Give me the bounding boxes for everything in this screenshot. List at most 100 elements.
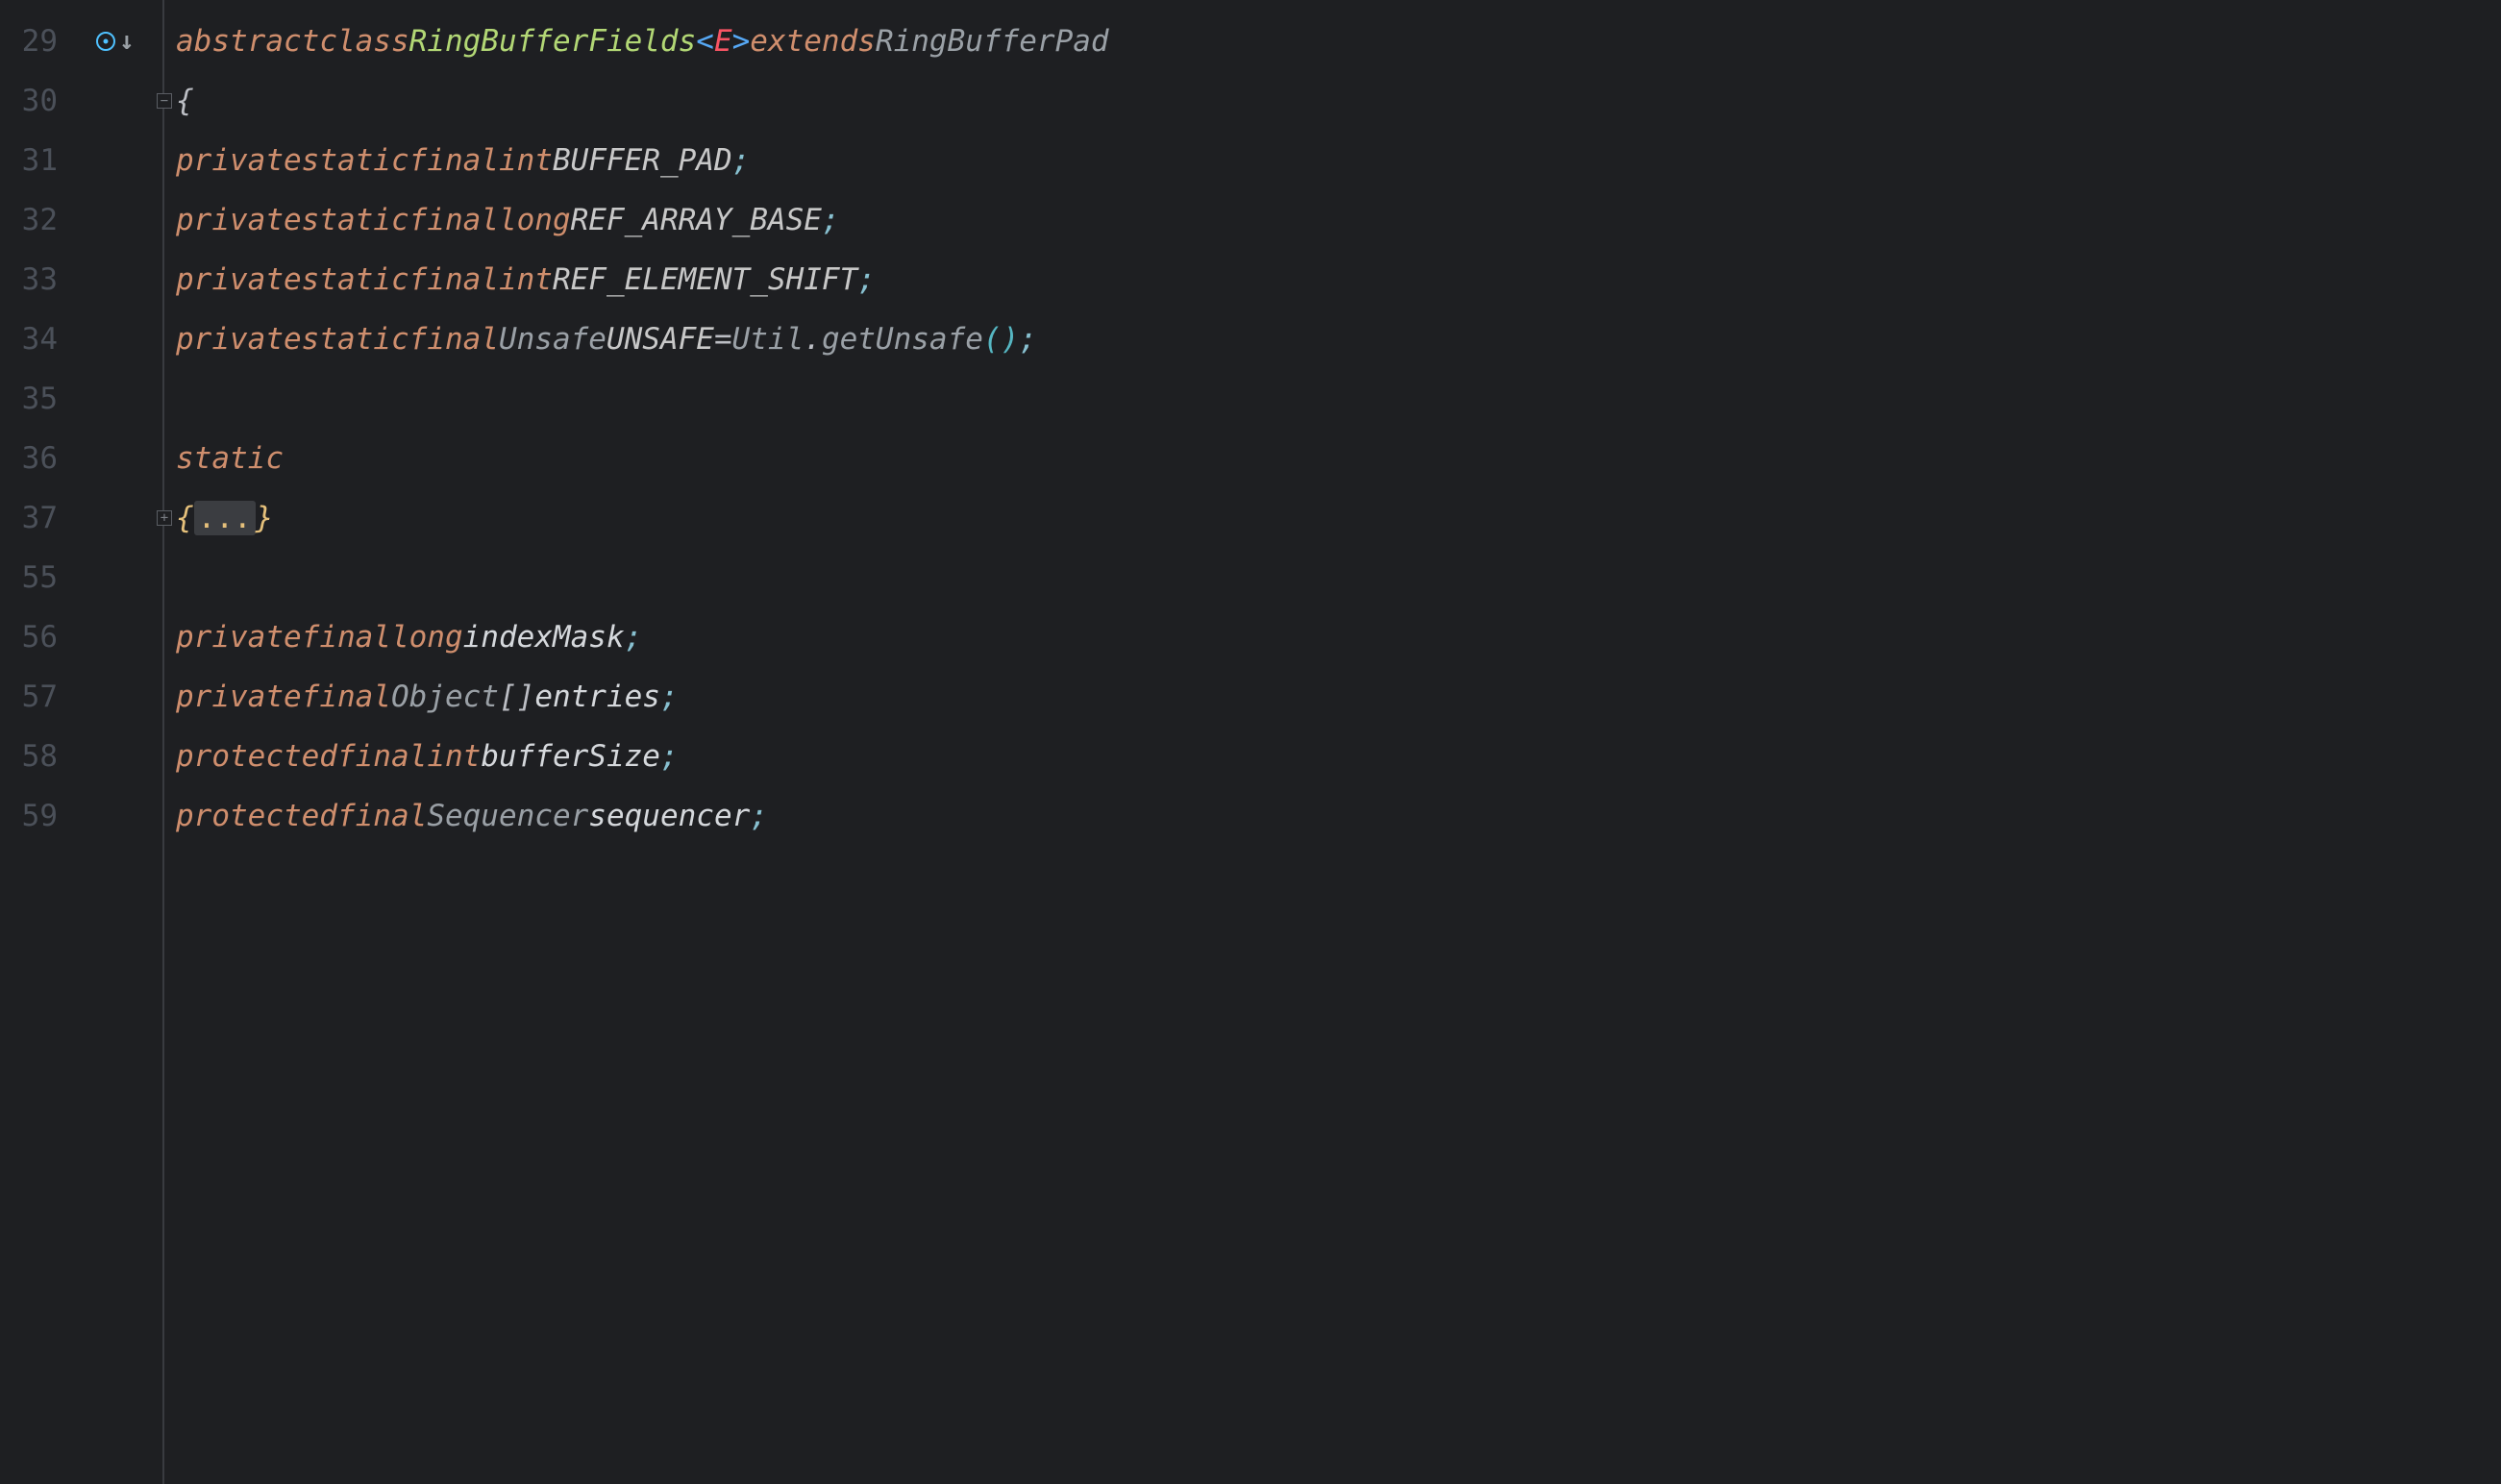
class-util: Util (732, 322, 805, 357)
brace-open: { (176, 84, 194, 118)
superclass-name: RingBufferPad (876, 24, 1109, 59)
code-line[interactable]: static (164, 429, 2501, 488)
code-line[interactable]: protected final Sequencer sequencer; (164, 786, 2501, 846)
keyword-private: private (176, 143, 302, 178)
code-line[interactable]: abstract class RingBufferFields<E> exten… (164, 12, 2501, 71)
paren-close: ) (1002, 322, 1020, 357)
code-line[interactable]: private static final int BUFFER_PAD; (164, 131, 2501, 190)
keyword-private: private (176, 262, 302, 297)
gutter-row[interactable]: 59 (0, 786, 164, 846)
gutter-row[interactable]: 35 (0, 369, 164, 429)
fold-brace-close: } (256, 501, 274, 535)
line-number: 59 (0, 799, 67, 833)
override-icon[interactable] (96, 32, 115, 51)
keyword-final: final (337, 739, 427, 774)
generic-open: < (696, 24, 714, 59)
keyword-final: final (302, 680, 391, 714)
keyword-static: static (302, 322, 409, 357)
code-area[interactable]: abstract class RingBufferFields<E> exten… (164, 0, 2501, 1484)
fold-ellipsis[interactable]: ... (194, 501, 256, 535)
gutter-row[interactable]: 36 (0, 429, 164, 488)
code-line[interactable]: private static final int REF_ELEMENT_SHI… (164, 250, 2501, 309)
dot: . (804, 322, 822, 357)
bracket-open: [ (499, 680, 517, 714)
class-name: RingBufferFields (409, 24, 697, 59)
gutter-row[interactable]: 33 (0, 250, 164, 309)
gutter-row[interactable]: 34 (0, 309, 164, 369)
type-int: int (499, 262, 553, 297)
gutter-row[interactable]: 32 (0, 190, 164, 250)
constant-name: REF_ELEMENT_SHIFT (553, 262, 857, 297)
keyword-static: static (302, 203, 409, 237)
keyword-abstract: abstract (176, 24, 319, 59)
keyword-final: final (302, 620, 391, 655)
type-int: int (499, 143, 553, 178)
line-number: 55 (0, 560, 67, 595)
line-number: 34 (0, 322, 67, 357)
field-sequencer: sequencer (588, 799, 750, 833)
keyword-static: static (302, 143, 409, 178)
gutter-row[interactable]: 29 ↓ (0, 12, 164, 71)
type-long: long (391, 620, 463, 655)
line-number: 31 (0, 143, 67, 178)
line-number: 37 (0, 501, 67, 535)
semicolon: ; (625, 620, 643, 655)
code-line[interactable]: private final long indexMask; (164, 607, 2501, 667)
semicolon: ; (660, 739, 679, 774)
semicolon: ; (750, 799, 768, 833)
generic-close: > (732, 24, 751, 59)
keyword-private: private (176, 680, 302, 714)
semicolon: ; (732, 143, 751, 178)
line-number: 56 (0, 620, 67, 655)
equals: = (714, 322, 732, 357)
arrow-down-icon[interactable]: ↓ (119, 27, 135, 56)
gutter-row[interactable]: 56 (0, 607, 164, 667)
keyword-final: final (409, 262, 499, 297)
gutter-row[interactable]: 57 (0, 667, 164, 727)
line-number: 32 (0, 203, 67, 237)
line-number: 35 (0, 382, 67, 416)
gutter-row[interactable]: 30 − (0, 71, 164, 131)
gutter-row[interactable]: 58 (0, 727, 164, 786)
type-object: Object (391, 680, 499, 714)
keyword-protected: protected (176, 739, 337, 774)
gutter-row[interactable]: 55 (0, 548, 164, 607)
code-line[interactable]: private static final Unsafe UNSAFE = Uti… (164, 309, 2501, 369)
type-int: int (427, 739, 481, 774)
gutter-row[interactable]: 37 + (0, 488, 164, 548)
line-number: 58 (0, 739, 67, 774)
method-getunsafe: getUnsafe (822, 322, 983, 357)
semicolon: ; (660, 680, 679, 714)
line-number: 57 (0, 680, 67, 714)
field-indexmask: indexMask (463, 620, 625, 655)
constant-name: BUFFER_PAD (553, 143, 732, 178)
line-number: 33 (0, 262, 67, 297)
code-line[interactable] (164, 548, 2501, 607)
keyword-static: static (302, 262, 409, 297)
keyword-static: static (176, 441, 284, 476)
type-long: long (499, 203, 571, 237)
keyword-class: class (319, 24, 409, 59)
code-line[interactable]: private final Object[] entries; (164, 667, 2501, 727)
code-line[interactable]: {...} (164, 488, 2501, 548)
code-line[interactable] (164, 369, 2501, 429)
code-line[interactable]: { (164, 71, 2501, 131)
constant-name: UNSAFE (607, 322, 714, 357)
field-buffersize: bufferSize (481, 739, 660, 774)
keyword-final: final (409, 203, 499, 237)
generic-param: E (714, 24, 732, 59)
paren-open: ( (983, 322, 1002, 357)
code-editor: 29 ↓ 30 − 31 32 33 34 35 (0, 0, 2501, 1484)
gutter-row[interactable]: 31 (0, 131, 164, 190)
code-line[interactable]: private static final long REF_ARRAY_BASE… (164, 190, 2501, 250)
keyword-private: private (176, 620, 302, 655)
code-line[interactable]: protected final int bufferSize; (164, 727, 2501, 786)
line-number: 36 (0, 441, 67, 476)
bracket-close: ] (517, 680, 535, 714)
line-number: 30 (0, 84, 67, 118)
keyword-protected: protected (176, 799, 337, 833)
semicolon: ; (857, 262, 876, 297)
semicolon: ; (1019, 322, 1037, 357)
field-entries: entries (534, 680, 660, 714)
type-sequencer: Sequencer (427, 799, 588, 833)
